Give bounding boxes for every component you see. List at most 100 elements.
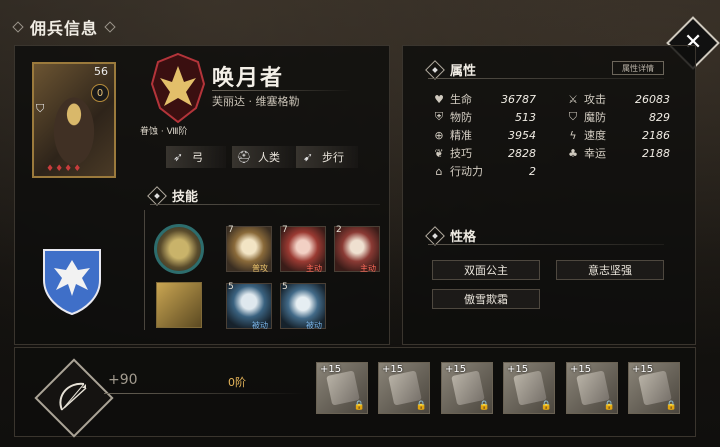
skill-1-level: 7 [228,225,234,235]
attr-label: 精准 [450,129,472,142]
equipment-level: +15 [507,364,529,375]
attr-label: 攻击 [584,93,606,106]
tag-weapon[interactable]: ➶ 弓 [166,146,226,168]
skill-2-level: 7 [282,225,288,235]
title-bar: 佣兵信息 [12,14,116,40]
faction-crest-icon [43,249,101,316]
hero-portrait[interactable] [32,62,116,178]
section-diamond-icon [147,185,167,206]
hero-rank: 眷蚀 · Ⅷ阶 [140,127,188,137]
equipment-slot-6[interactable]: +15 🔒 [628,362,680,414]
skills-heading: 技能 [147,185,199,206]
bow-icon: ➶ [172,150,184,164]
tag-race[interactable]: ⛑ 人类 [232,146,296,168]
title-right-ornament-icon [104,21,116,33]
equipment-level: +15 [445,364,467,375]
name-divider [212,90,352,91]
shield-icon: ⛨ [434,110,444,123]
skills-divider [150,204,380,205]
attr-label: 生命 [450,93,472,106]
helmet-icon: ⛑ [236,150,252,164]
hero-level: 56 [94,65,108,78]
skill-2-type: 主动 [306,264,322,273]
skill-3-type: 主动 [360,264,376,273]
skill-5-type: 被动 [306,321,322,330]
class-shield-icon: ⛉ [36,102,45,115]
attributes-left-column: ♥ 生命 36787 ⛨ 物防 513 ⊕ 精准 3954 ❦ 技巧 2828 … [432,90,536,180]
equipment-slot-5[interactable]: +15 🔒 [566,362,618,414]
lock-icon: 🔒 [478,401,490,411]
attributes-heading: 属性 [425,59,477,80]
attr-label: 物防 [450,111,472,124]
skills-heading-label: 技能 [172,190,199,205]
attributes-heading-label: 属性 [450,64,477,79]
attr-value: 2188 [642,146,670,160]
section-diamond-icon [425,225,445,246]
attr-value: 513 [515,110,536,124]
attributes-right-column: ⚔ 攻击 26083 ⛉ 魔防 829 ϟ 速度 2186 ♣ 幸运 2188 [566,90,670,162]
attr-row-accuracy: ⊕ 精准 3954 [432,126,536,144]
boot-icon: ⌂ [435,164,443,178]
attr-row-mdef: ⛉ 魔防 829 [566,108,670,126]
page-title: 佣兵信息 [30,19,99,38]
attr-row-luck: ♣ 幸运 2188 [566,144,670,162]
personality-heading: 性格 [425,225,477,246]
section-diamond-icon [425,59,445,80]
lock-icon: 🔒 [353,401,365,411]
crosshair-icon: ⊕ [434,128,444,142]
title-left-ornament-icon [12,21,24,33]
attr-row-skill: ❦ 技巧 2828 [432,144,536,162]
skill-5-level: 5 [282,282,288,292]
skill-1-type: 普攻 [252,264,268,273]
trait-1[interactable]: 双面公主 [432,260,540,280]
trait-3[interactable]: 傲雪欺霜 [432,289,540,309]
lightning-icon: ϟ [569,128,577,142]
skill-4-level: 5 [228,282,234,292]
equipment-level: +15 [570,364,592,375]
lock-icon: 🔒 [665,401,677,411]
attr-value: 26083 [635,92,670,106]
attr-value: 2186 [642,128,670,142]
equipment-slot-3[interactable]: +15 🔒 [441,362,493,414]
equipment-slot-1[interactable]: +15 🔒 [316,362,368,414]
attr-value: 36787 [501,92,536,106]
hero-name: 唤月者 [212,66,285,91]
attr-row-pdef: ⛨ 物防 513 [432,108,536,126]
attr-row-attack: ⚔ 攻击 26083 [566,90,670,108]
weapon-divider [104,393,304,394]
attr-label: 行动力 [450,165,483,178]
talent-skill-icon[interactable] [156,282,202,328]
boot-icon: ➹ [302,150,314,164]
skill-4-type: 被动 [252,321,268,330]
heart-icon: ♥ [434,92,444,106]
equipment-level: +15 [320,364,342,375]
swords-icon: ⚔ [568,92,578,106]
personality-heading-label: 性格 [450,230,477,245]
trait-2[interactable]: 意志坚强 [556,260,664,280]
hero-origin: 芙丽达 · 维塞格勒 [212,95,300,108]
equipment-level: +15 [632,364,654,375]
bow-icon [59,382,87,411]
lock-icon: 🔒 [415,401,427,411]
equipment-slot-2[interactable]: +15 🔒 [378,362,430,414]
weapon-tier: 0阶 [228,376,246,389]
attr-label: 速度 [584,129,606,142]
attributes-divider [428,78,664,79]
attr-label: 幸运 [584,147,606,160]
magic-shield-icon: ⛉ [568,110,578,123]
skills-vertical-divider [144,210,145,330]
equipment-slot-4[interactable]: +15 🔒 [503,362,555,414]
guild-emblem-icon [150,52,206,124]
attr-label: 技巧 [450,147,472,160]
weapon-bonus: +90 [108,372,138,388]
signature-skill-icon[interactable] [154,224,204,274]
attr-value: 2 [529,164,536,178]
tag-movement[interactable]: ➹ 步行 [296,146,358,168]
tag-race-label: 人类 [258,151,280,164]
skill-3-level: 2 [336,225,342,235]
personality-divider [428,244,664,245]
attribute-details-button[interactable]: 属性详情 [612,61,664,75]
attr-value: 2828 [508,146,536,160]
tag-movement-label: 步行 [322,151,344,164]
lock-icon: 🔒 [540,401,552,411]
